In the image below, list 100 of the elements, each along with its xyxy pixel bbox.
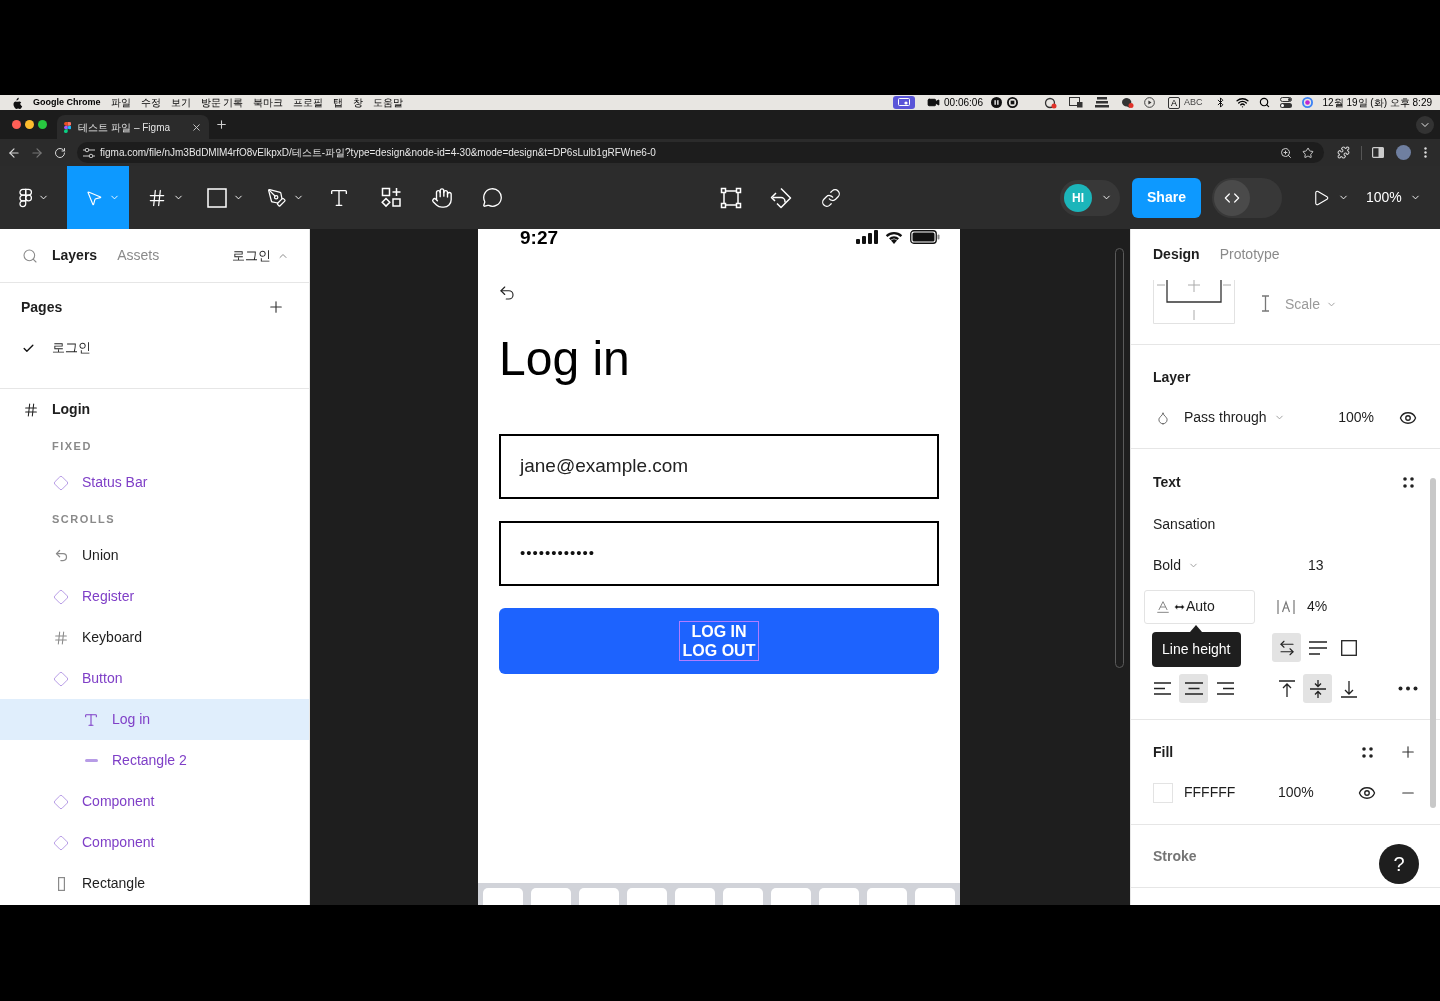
stop-icon[interactable]	[1007, 97, 1018, 108]
diamond-arrow-icon[interactable]	[770, 186, 792, 209]
layer-item[interactable]: Rectangle 2	[0, 740, 309, 781]
screen-recording-icon[interactable]	[893, 96, 916, 109]
plus-icon[interactable]	[267, 298, 285, 316]
chat-bubble-icon[interactable]	[1121, 96, 1134, 109]
window-zoom-button[interactable]	[38, 120, 47, 129]
video-camera-icon[interactable]	[927, 96, 941, 109]
app-menu[interactable]: Google Chrome	[33, 98, 101, 107]
layer-item[interactable]: Keyboard	[0, 617, 309, 658]
sliders-icon[interactable]	[83, 147, 95, 158]
layer-item[interactable]: Log in	[0, 699, 309, 740]
menu-item[interactable]: 창	[353, 97, 364, 108]
reload-icon[interactable]	[54, 146, 66, 159]
menu-item[interactable]: 파일	[110, 97, 131, 108]
wifi-icon[interactable]	[1235, 96, 1249, 109]
layer-item[interactable]: Component	[0, 822, 309, 863]
input-source-label: ABC	[1184, 98, 1203, 107]
help-button[interactable]: ?	[1379, 844, 1419, 884]
undo-arrow-icon	[53, 548, 69, 563]
window-icon[interactable]	[1069, 97, 1083, 108]
browser-tab[interactable]: 테스트 파일 – Figma	[57, 115, 209, 139]
menu-item[interactable]: 도움말	[373, 97, 404, 108]
lines-icon	[1308, 640, 1327, 655]
link-icon[interactable]	[821, 187, 841, 208]
four-dots-icon[interactable]	[1361, 746, 1373, 758]
transform-frame-icon[interactable]	[720, 186, 742, 209]
panel-tab[interactable]: Layers	[52, 245, 98, 266]
panel-tab[interactable]: Design	[1153, 244, 1200, 265]
keyboard-key	[771, 888, 811, 905]
menu-item[interactable]: 수정	[140, 97, 161, 108]
toggles-icon[interactable]	[1279, 97, 1292, 108]
page-menu-button[interactable]: 로그인	[232, 245, 289, 266]
apple-logo-icon[interactable]	[12, 96, 23, 109]
layer-item[interactable]: Status Bar	[0, 462, 309, 503]
zoom-icon[interactable]	[1280, 146, 1292, 159]
email-input[interactable]: jane@example.com	[499, 434, 939, 499]
profile-avatar-icon[interactable]	[1396, 145, 1411, 160]
menu-item[interactable]: 방문 기록	[200, 97, 244, 108]
zoom-menu-button[interactable]: 100%	[1366, 177, 1421, 218]
letter-spacing-icon	[1277, 599, 1295, 614]
more-vertical-icon[interactable]	[1424, 147, 1427, 158]
puzzle-icon[interactable]	[1337, 146, 1350, 159]
vertical-align-button[interactable]	[1303, 674, 1332, 703]
hash-icon	[23, 401, 39, 418]
layer-item[interactable]: Rectangle	[0, 863, 309, 904]
layer-item[interactable]: Login	[0, 389, 309, 430]
login-button[interactable]: LOG IN LOG OUT	[499, 608, 939, 674]
menu-item[interactable]: 보기	[170, 97, 191, 108]
blend-mode-dropdown[interactable]: Pass through	[1153, 407, 1285, 428]
font-family-dropdown[interactable]: Sansation	[1153, 514, 1216, 535]
search-icon[interactable]	[1258, 97, 1270, 108]
font-weight-dropdown[interactable]: Bold	[1153, 555, 1277, 576]
resizing-button[interactable]	[1272, 633, 1301, 662]
line-height-field[interactable]: Auto	[1144, 589, 1255, 624]
input-source-indicator[interactable]: A	[1168, 96, 1180, 109]
more-options-icon[interactable]	[1398, 686, 1418, 691]
keyboard-key	[579, 888, 619, 905]
panel-tab[interactable]: Assets	[117, 245, 160, 266]
letter-spacing-field[interactable]: 4%	[1277, 596, 1328, 617]
url-text: figma.com/file/nJm3BdDMlM4rfO8vElkpxD/테스트-파일?type=design&node-id=4-30&mode=design&t=DP6sLulb1gRFWne6-0	[100, 146, 657, 160]
speech-bubble-icon	[481, 187, 503, 208]
align-button[interactable]	[1179, 674, 1208, 703]
page-item[interactable]: 로그인	[0, 331, 309, 365]
side-panel-icon[interactable]	[1372, 147, 1384, 158]
layer-section-label: SCROLLS	[51, 511, 117, 527]
menu-item[interactable]: 프로필	[293, 97, 324, 108]
line-height-icon	[1155, 598, 1171, 615]
opacity-field[interactable]: 100%	[1278, 782, 1314, 803]
keyboard-key	[867, 888, 907, 905]
window-close-button[interactable]	[12, 120, 21, 129]
font-size-field[interactable]: 13	[1277, 555, 1377, 576]
layer-item[interactable]: Button	[0, 658, 309, 699]
layer-item[interactable]: Component	[0, 781, 309, 822]
ring-icon[interactable]	[1044, 96, 1057, 109]
color-swatch-icon[interactable]	[1153, 782, 1173, 803]
window-minimize-button[interactable]	[25, 120, 34, 129]
layer-item[interactable]: Union	[0, 535, 309, 576]
four-dots-icon[interactable]	[1402, 477, 1414, 488]
star-icon[interactable]	[1302, 146, 1314, 159]
constraints-widget[interactable]	[1153, 280, 1235, 324]
scrollbar[interactable]	[1430, 478, 1436, 808]
menu-item[interactable]: 북마크	[253, 97, 284, 108]
menu-item[interactable]: 탭	[333, 97, 344, 108]
plus-icon[interactable]	[1399, 743, 1417, 761]
address-bar[interactable]: figma.com/file/nJm3BdDMlM4rfO8vElkpxD/테스트-파일?type=design&node-id=4-30&mode=design&t=DP6sLulb1gRFWne6-0	[77, 142, 1324, 163]
pause-icon[interactable]	[991, 97, 1002, 108]
opacity-field[interactable]: 100%	[1338, 407, 1374, 428]
play-circle-icon[interactable]	[1144, 97, 1155, 108]
stacked-bars-icon[interactable]	[1095, 97, 1109, 108]
hex-field[interactable]: FFFFFF	[1184, 782, 1278, 803]
pages-title: Pages	[21, 297, 63, 317]
section-title: Layer	[1153, 367, 1191, 387]
tab-search-button[interactable]	[1416, 115, 1434, 134]
dev-mode-toggle[interactable]	[1212, 177, 1282, 218]
siri-icon[interactable]	[1301, 97, 1313, 108]
close-icon[interactable]	[191, 121, 202, 133]
layer-item[interactable]: Register	[0, 576, 309, 617]
password-input[interactable]: ••••••••••••	[499, 521, 939, 586]
new-tab-icon[interactable]	[215, 118, 228, 131]
